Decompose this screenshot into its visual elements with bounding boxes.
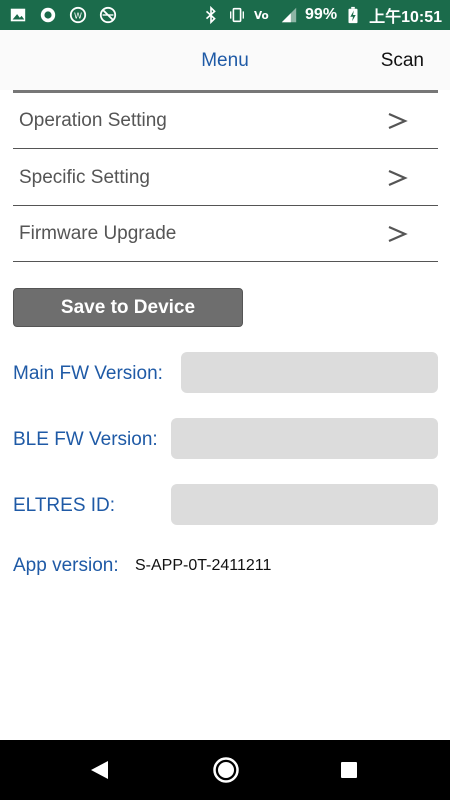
setting-row-firmware[interactable]: Firmware Upgrade	[13, 206, 438, 262]
svg-text:Vo: Vo	[254, 10, 269, 22]
w-app-icon: W	[68, 5, 88, 25]
svg-text:W: W	[74, 11, 82, 21]
back-icon[interactable]	[88, 759, 110, 781]
ble-fw-version-field	[171, 418, 438, 459]
app-bar: Menu Scan	[0, 30, 450, 90]
status-right-icons: Vo 99% 上午10:51	[201, 3, 442, 27]
scan-button[interactable]: Scan	[381, 50, 424, 72]
app-version-value: S-APP-0T-2411211	[135, 557, 272, 574]
volte-icon: Vo	[253, 5, 273, 25]
image-icon	[8, 5, 28, 25]
ble-fw-version-label: BLE FW Version:	[13, 429, 158, 450]
setting-label: Operation Setting	[19, 110, 167, 131]
eltres-id-field	[171, 484, 438, 525]
eltres-id-label: ELTRES ID:	[13, 495, 116, 516]
bluetooth-icon	[201, 5, 221, 25]
setting-row-operation[interactable]: Operation Setting	[13, 93, 438, 149]
chevron-right-icon	[388, 225, 408, 243]
home-icon[interactable]	[212, 756, 240, 784]
navigation-bar	[0, 740, 450, 800]
recents-icon[interactable]	[340, 761, 358, 779]
save-to-device-button[interactable]: Save to Device	[13, 288, 243, 327]
chevron-right-icon	[388, 169, 408, 187]
setting-label: Specific Setting	[19, 167, 150, 188]
battery-percent: 99%	[305, 6, 338, 23]
setting-row-specific[interactable]: Specific Setting	[13, 150, 438, 206]
circle-app-icon	[38, 5, 58, 25]
setting-label: Firmware Upgrade	[19, 223, 177, 244]
status-bar: W Vo 99% 上午10:51	[0, 0, 450, 30]
status-time: 上午10:51	[369, 9, 442, 26]
battery-charging-icon	[343, 5, 363, 25]
chevron-right-icon	[388, 112, 408, 130]
vibrate-icon	[227, 5, 247, 25]
signal-icon	[279, 5, 299, 25]
main-fw-version-label: Main FW Version:	[13, 363, 163, 384]
crossed-ball-icon	[98, 5, 118, 25]
main-fw-version-field	[181, 352, 438, 393]
app-version-label: App version:	[13, 555, 119, 576]
status-left-icons: W	[8, 5, 118, 25]
